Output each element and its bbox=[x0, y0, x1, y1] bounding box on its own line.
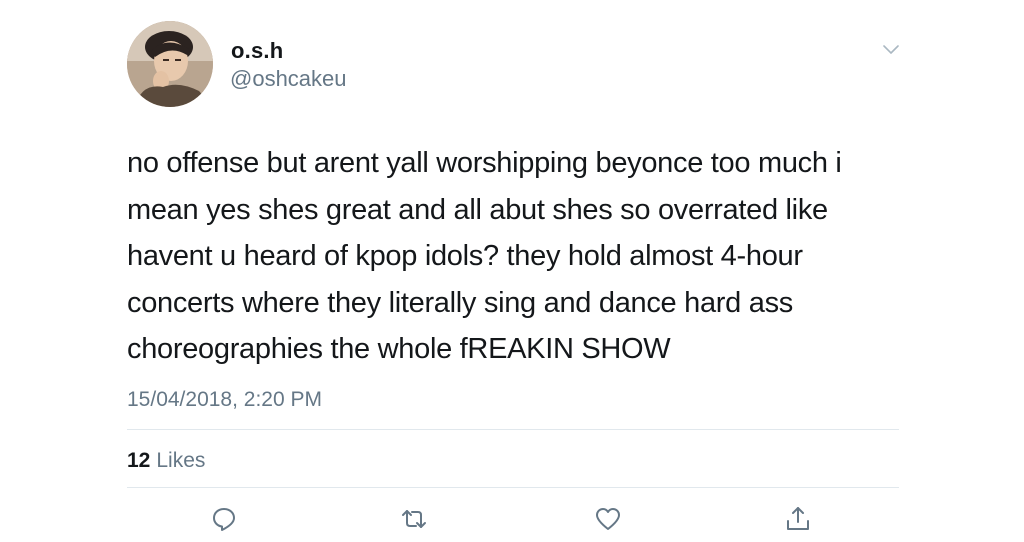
avatar[interactable] bbox=[127, 21, 213, 107]
tweet-card: o.s.h @oshcakeu no offense but arent yal… bbox=[0, 0, 1024, 542]
reply-icon bbox=[209, 504, 239, 534]
like-button[interactable] bbox=[593, 504, 623, 534]
likes-count: 12 bbox=[127, 449, 151, 472]
share-icon bbox=[783, 504, 813, 534]
retweet-button[interactable] bbox=[399, 504, 429, 534]
tweet-text: no offense but arent yall worshipping be… bbox=[127, 147, 842, 365]
likes-label: Likes bbox=[156, 449, 206, 472]
divider bbox=[127, 429, 899, 430]
heart-icon bbox=[593, 504, 623, 534]
share-button[interactable] bbox=[783, 504, 813, 534]
chevron-down-icon[interactable] bbox=[880, 38, 902, 60]
user-handle[interactable]: @oshcakeu bbox=[230, 66, 347, 92]
likes-stat[interactable]: 12 Likes bbox=[127, 449, 205, 473]
display-name[interactable]: o.s.h bbox=[231, 38, 283, 64]
tweet-timestamp[interactable]: 15/04/2018, 2:20 PM bbox=[127, 388, 322, 412]
retweet-icon bbox=[399, 504, 429, 534]
divider bbox=[127, 487, 899, 488]
reply-button[interactable] bbox=[209, 504, 239, 534]
